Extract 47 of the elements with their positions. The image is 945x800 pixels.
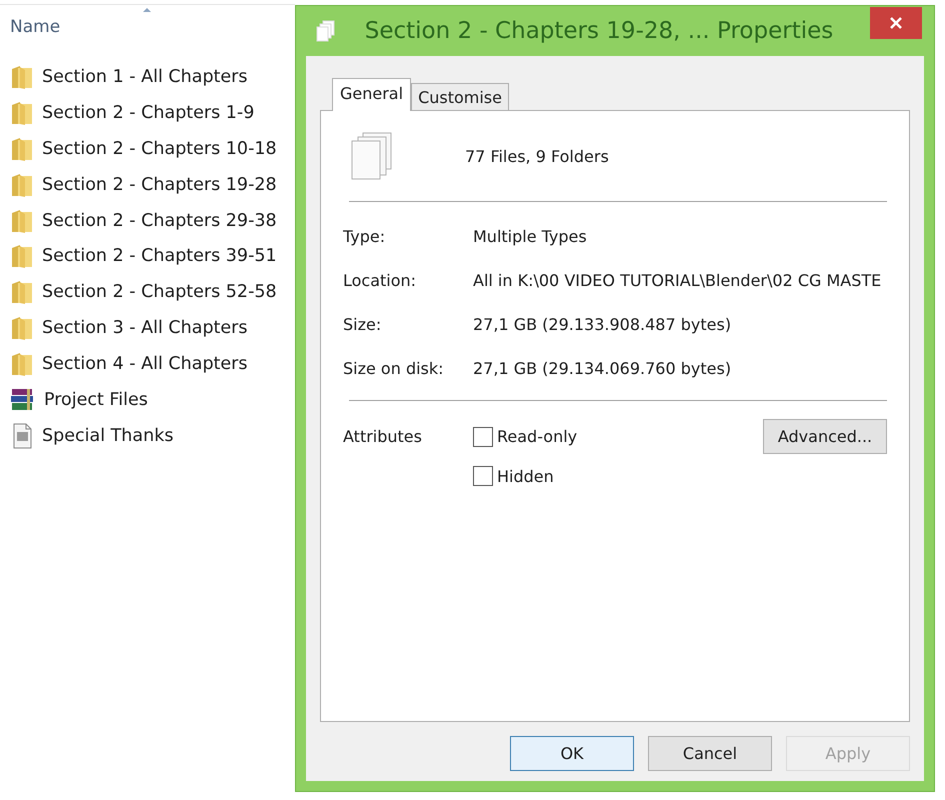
property-label: Size:: [343, 314, 382, 334]
column-header-label: Name: [10, 17, 60, 37]
summary-text: 77 Files, 9 Folders: [465, 146, 609, 166]
property-value: 27,1 GB (29.134.069.760 bytes): [473, 358, 732, 378]
folder-icon: [10, 100, 34, 126]
folder-icon: [10, 136, 34, 162]
checkbox-label: Hidden: [497, 466, 554, 486]
window-title: Section 2 - Chapters 19-28, ... Properties: [364, 18, 834, 44]
folder-icon: [10, 279, 34, 306]
file-name[interactable]: Section 2 - Chapters 39-51: [42, 246, 277, 266]
checkbox-label: Read-only: [497, 427, 578, 446]
file-name[interactable]: Section 2 - Chapters 52-58: [42, 282, 277, 302]
property-label: Type:: [343, 226, 386, 246]
file-name[interactable]: Section 2 - Chapters 10-18: [42, 138, 277, 159]
close-icon: [889, 16, 903, 30]
checkbox[interactable]: [473, 466, 493, 486]
file-name[interactable]: Special Thanks: [42, 426, 174, 446]
advanced-button[interactable]: Advanced...: [763, 419, 887, 454]
attributes-label: Attributes: [343, 427, 423, 446]
book-stack-icon: [10, 388, 36, 412]
tab[interactable]: Customise: [411, 83, 509, 110]
close-button[interactable]: [870, 7, 922, 39]
tab[interactable]: General: [332, 78, 412, 111]
property-value: 27,1 GB (29.133.908.487 bytes): [473, 314, 732, 334]
property-label: Size on disk:: [343, 358, 445, 378]
folder-icon: [10, 208, 34, 234]
documents-icon: [316, 20, 336, 42]
file-name[interactable]: Section 2 - Chapters 29-38: [42, 210, 277, 230]
file-name[interactable]: Section 2 - Chapters 19-28: [42, 174, 277, 195]
property-label: Location:: [343, 270, 418, 290]
file-name[interactable]: Project Files: [44, 390, 148, 410]
dialog-button[interactable]: OK: [510, 736, 634, 771]
file-name[interactable]: Section 4 - All Chapters: [42, 354, 248, 374]
file-name[interactable]: Section 1 - All Chapters: [42, 66, 248, 87]
file-name[interactable]: Section 2 - Chapters 1-9: [42, 102, 254, 123]
file-name[interactable]: Section 3 - All Chapters: [42, 318, 248, 338]
property-value: All in K:\00 VIDEO TUTORIAL\Blender\02 CG MASTE: [473, 270, 882, 290]
sort-caret-icon: [142, 7, 152, 13]
folder-icon: [10, 172, 34, 198]
folder-icon: [10, 64, 34, 90]
dialog-button[interactable]: Cancel: [648, 736, 772, 771]
property-value: Multiple Types: [473, 226, 588, 246]
dialog-button: Apply: [786, 736, 910, 771]
checkbox[interactable]: [473, 426, 493, 446]
folder-icon: [10, 243, 34, 270]
folder-icon: [10, 351, 34, 378]
folder-icon: [10, 315, 34, 342]
